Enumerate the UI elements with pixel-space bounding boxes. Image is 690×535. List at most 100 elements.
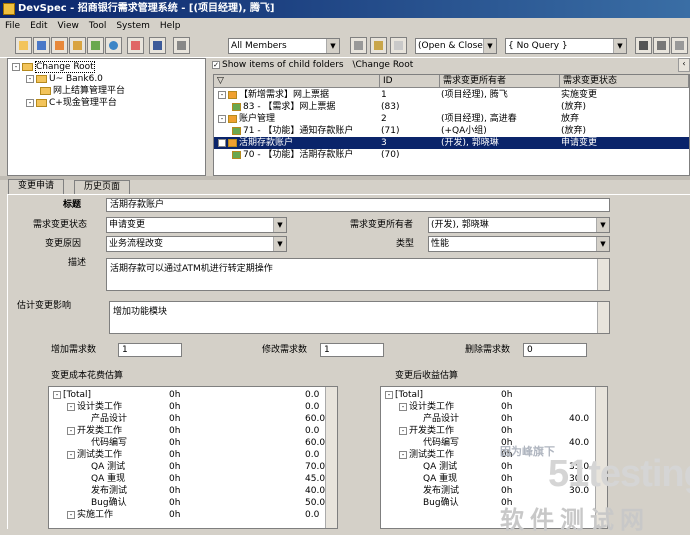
save-icon[interactable] [149,37,166,54]
globe-icon[interactable] [105,37,122,54]
grid-row[interactable]: 83 - 【需求】网上票据 (83) (放弃) [214,101,689,113]
status-dropdown[interactable]: 申请变更 ▼ [106,217,287,233]
estimate-row[interactable]: - [Total] 0h 0.0 [51,389,337,401]
grid-row[interactable]: - 账户管理 2 (项目经理), 高进春 放弃 [214,113,689,125]
reason-label: 变更原因 [45,239,82,249]
folder-tree: - Change Root - U~ Bank6.0 网上结算管理平台 - C+现金管理平台 [7,58,206,176]
estimate-label: 发布测试 [91,486,128,496]
expand-icon[interactable]: - [385,390,393,399]
row-status: 申请变更 [561,138,598,148]
binoculars-icon[interactable] [635,37,652,54]
status-select[interactable]: (Open & Closed) ▼ [415,38,497,54]
estimate-row[interactable]: 代码编写 0h 60.0 [51,437,337,449]
expand-icon[interactable]: - [399,450,407,459]
grid-header-status[interactable]: 需求变更状态 [560,75,689,88]
show-child-checkbox[interactable]: ✓ [212,60,220,69]
show-child-label: Show items of child folders [222,60,344,70]
row-status: 放弃 [561,114,580,124]
members-select[interactable]: All Members ▼ [228,38,340,54]
estimate-row[interactable]: - 设计类工作 0h [383,401,607,413]
estimate-row[interactable]: QA 测试 0h 70.0 [51,461,337,473]
estimate-row[interactable]: QA 重现 0h 45.0 [51,473,337,485]
grid-row[interactable]: - 【新增需求】网上票据 1 (项目经理), 腾飞 实施变更 [214,89,689,101]
estimate-row[interactable]: 产品设计 0h 40.0 [383,413,607,425]
estimate-label: 测试类工作 [409,450,455,460]
folder-tree-item[interactable]: - Change Root [12,61,95,73]
title-bar: DevSpec - 招商银行需求管理系统 - [(项目经理), 腾飞] [0,0,690,18]
estimate-row[interactable]: - 测试类工作 0h 0.0 [51,449,337,461]
grid-row[interactable]: 70 - 【功能】活期存款账户 (70) [214,149,689,161]
estimate-label: 设计类工作 [409,402,455,412]
mail-icon[interactable] [127,37,144,54]
list-icon[interactable] [51,37,68,54]
collapse-arrow-icon[interactable]: ‹ [678,58,690,72]
new-doc-icon[interactable] [390,37,407,54]
title-field[interactable]: 活期存款账户 [106,198,610,212]
tab-history[interactable]: 历史页面 [74,180,131,194]
expand-icon[interactable]: - [218,138,226,147]
row-owner: (项目经理), 高进春 [441,114,517,124]
folder-tree-item[interactable]: - U~ Bank6.0 [26,73,103,85]
reason-dropdown[interactable]: 业务流程改变 ▼ [106,236,287,252]
add-count-label: 增加需求数 [51,345,97,355]
estimate-row[interactable]: Bug确认 0h 50.0 [51,497,337,509]
estimate-row[interactable]: - 设计类工作 0h 0.0 [51,401,337,413]
grid-header-id[interactable]: ID [380,75,440,88]
modify-count-field[interactable]: 1 [320,343,384,357]
image-icon[interactable] [87,37,104,54]
type-dropdown[interactable]: 性能 ▼ [428,236,610,252]
expand-icon[interactable]: - [218,90,226,99]
estimate-value: 0.0 [305,510,320,520]
menu-file[interactable]: File [0,18,25,34]
impact-textarea[interactable]: 增加功能模块 [109,301,610,334]
menu-edit[interactable]: Edit [25,18,52,34]
delete-count-field[interactable]: 0 [523,343,587,357]
expand-icon[interactable]: - [67,426,75,435]
menu-help[interactable]: Help [155,18,186,34]
estimate-row[interactable]: - [Total] 0h [383,389,607,401]
grid-row[interactable]: - 活期存款账户 3 (开发), 郭晓琳 申请变更 [214,137,689,149]
owner-dropdown[interactable]: (开发), 郭晓琳 ▼ [428,217,610,233]
folder-tree-item[interactable]: - C+现金管理平台 [26,97,117,109]
expand-icon[interactable]: - [67,450,75,459]
edit-icon[interactable] [350,37,367,54]
impact-scrollbar[interactable] [597,302,609,333]
expand-icon[interactable]: - [218,114,226,123]
menu-system[interactable]: System [111,18,155,34]
query-select[interactable]: { No Query } ▼ [505,38,627,54]
watermark-logo: 51testing [548,453,690,495]
estimate-row[interactable]: 产品设计 0h 60.0 [51,413,337,425]
grid-row[interactable]: 71 - 【功能】通知存款账户 (71) (+QA小组) (放弃) [214,125,689,137]
expand-icon[interactable]: - [399,402,407,411]
table-icon[interactable] [69,37,86,54]
desc-scrollbar[interactable] [597,259,609,290]
estimate-row[interactable]: 发布测试 0h 40.0 [51,485,337,497]
folder-icon[interactable] [15,37,32,54]
expand-icon[interactable]: - [67,402,75,411]
tab-change-request[interactable]: 变更申请 [8,179,65,194]
expand-icon[interactable]: - [26,98,34,107]
expand-icon[interactable]: - [53,390,61,399]
expand-icon[interactable]: - [12,62,20,71]
estimate-hours: 0h [169,474,181,484]
clipboard-icon[interactable] [370,37,387,54]
estimate-row[interactable]: - 实施工作 0h 0.0 [51,509,337,521]
expand-icon[interactable]: - [399,426,407,435]
folder-tree-item[interactable]: 网上结算管理平台 [40,85,125,97]
estimate-row[interactable]: 代码编写 0h 40.0 [383,437,607,449]
print-icon[interactable] [173,37,190,54]
search-icon[interactable] [653,37,670,54]
grid-header-owner[interactable]: 需求变更所有者 [440,75,560,88]
book-icon[interactable] [33,37,50,54]
filter-icon[interactable] [671,37,688,54]
estimate-row[interactable]: - 开发类工作 0h 0.0 [51,425,337,437]
estimate-value: 60.0 [305,438,326,448]
menu-view[interactable]: View [53,18,84,34]
add-count-field[interactable]: 1 [118,343,182,357]
estimate-row[interactable]: - 开发类工作 0h [383,425,607,437]
menu-tool[interactable]: Tool [84,18,111,34]
desc-textarea[interactable]: 活期存款可以通过ATM机进行转定期操作 [106,258,610,291]
expand-icon[interactable]: - [26,74,34,83]
expand-icon[interactable]: - [67,510,75,519]
grid-header-name[interactable]: ▽ [214,75,380,88]
